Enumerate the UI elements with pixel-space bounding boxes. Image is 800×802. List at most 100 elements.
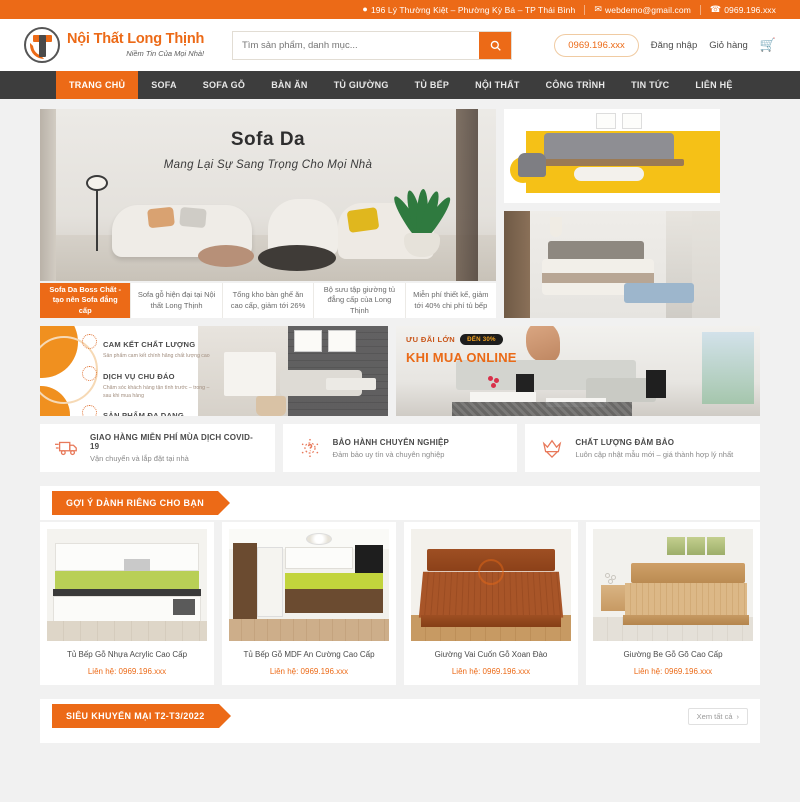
product-price-3: Liên hệ: 0969.196.xxx xyxy=(451,667,531,677)
table-decor xyxy=(326,378,376,390)
feature-free-delivery[interactable]: GIAO HÀNG MIỄN PHÍ MÙA DỊCH COVID-19 Vận… xyxy=(40,424,275,472)
product-card-2[interactable]: Tủ Bếp Gỗ MDF An Cường Cao Cấp Liên hệ: … xyxy=(222,522,396,686)
login-link[interactable]: Đăng nhập xyxy=(651,40,697,51)
search-button[interactable] xyxy=(479,31,511,59)
floor-lamp-decor xyxy=(86,175,108,251)
plant-decor xyxy=(390,159,455,259)
promo-small-text: ƯU ĐÃI LỚN xyxy=(406,335,456,344)
phone-info[interactable]: ☎ 0969.196.xxx xyxy=(710,5,776,15)
promo-commitment-banner[interactable]: CAM KẾT CHẤT LƯỢNG Sản phẩm cam kết chín… xyxy=(40,326,388,416)
pillow-decor-2 xyxy=(179,206,207,229)
wall-frame-2 xyxy=(622,113,642,129)
header-actions: 0969.196.xxx Đăng nhập Giỏ hàng 🛒 xyxy=(554,33,776,57)
address-info: ● 196 Lý Thường Kiệt – Phường Kỳ Bá – TP… xyxy=(362,5,575,15)
hero-banner-image[interactable]: Sofa Da Mang Lại Sự Sang Trọng Cho Mọi N… xyxy=(40,109,496,281)
wall-art-1 xyxy=(294,330,322,352)
feature-title-2: BẢO HÀNH CHUYÊN NGHIỆP xyxy=(332,437,450,447)
sparkle-icon xyxy=(82,405,97,416)
product-card-4[interactable]: Giường Be Gỗ Gõ Cao Cấp Liên hệ: 0969.19… xyxy=(586,522,760,686)
email-info[interactable]: ✉ webdemo@gmail.com xyxy=(594,5,691,15)
nav-item-tu-giuong[interactable]: TỦ GIƯỜNG xyxy=(321,71,402,99)
map-pin-icon: ● xyxy=(362,4,368,14)
bed-runner xyxy=(542,273,654,283)
product-price-1: Liên hệ: 0969.196.xxx xyxy=(87,667,167,677)
product-card-3[interactable]: Giường Vai Cuốn Gỗ Xoan Đào Liên hệ: 096… xyxy=(404,522,578,686)
commitment-desc-1: Sản phẩm cam kết chính hãng chất lượng c… xyxy=(103,353,210,359)
product-price-2: Liên hệ: 0969.196.xxx xyxy=(269,667,349,677)
hero-thumb-2[interactable]: Sofa gỗ hiện đại tại Nội thất Long Thịnh xyxy=(131,283,223,318)
hero-headline: Sofa Da xyxy=(230,129,306,150)
flower-decor xyxy=(488,376,504,390)
see-all-button[interactable]: Xem tất cả › xyxy=(687,707,748,725)
promo-photo xyxy=(198,326,388,416)
promo-big-text: KHI MUA ONLINE xyxy=(406,350,517,365)
email-text: webdemo@gmail.com xyxy=(605,4,691,15)
product-name-2: Tủ Bếp Gỗ MDF An Cường Cao Cấp xyxy=(243,650,375,659)
nav-item-sofa-go[interactable]: SOFA GỖ xyxy=(190,71,258,99)
sofa-base-graphic xyxy=(544,159,684,166)
side-banner-bedroom[interactable] xyxy=(504,211,720,318)
promo-section-header: SIÊU KHUYẾN MẠI T2-T3/2022 Xem tất cả › xyxy=(40,699,760,733)
suggest-section: GỢI Ý DÀNH RIÊNG CHO BẠN xyxy=(40,486,760,520)
nav-item-trang-chu[interactable]: TRANG CHỦ xyxy=(56,71,139,99)
commitment-title-1: CAM KẾT CHẤT LƯỢNG xyxy=(103,340,196,349)
site-header: Nội Thất Long Thịnh Niềm Tin Của Mọi Nhà… xyxy=(0,19,800,71)
basket-decor xyxy=(256,396,286,416)
feature-desc-1: Vận chuyển và lắp đặt tại nhà xyxy=(90,454,189,463)
product-image-4 xyxy=(593,529,753,641)
commitment-title-2: DỊCH VỤ CHU ĐÁO xyxy=(103,371,175,381)
product-image-3 xyxy=(411,529,571,641)
page-root: ● 196 Lý Thường Kiệt – Phường Kỳ Bá – TP… xyxy=(0,0,800,802)
hero-text: Sofa Da Mang Lại Sự Sang Trọng Cho Mọi N… xyxy=(40,129,496,171)
feature-quality[interactable]: CHẤT LƯỢNG ĐẢM BẢO Luôn cập nhật mẫu mới… xyxy=(525,424,761,472)
side-table-decor xyxy=(198,245,254,267)
suggest-section-header: GỢI Ý DÀNH RIÊNG CHO BẠN xyxy=(40,486,760,520)
coffee-table-decor xyxy=(258,245,336,271)
product-image-2 xyxy=(229,529,389,641)
side-banner-sofa[interactable] xyxy=(504,109,720,203)
search-input[interactable] xyxy=(233,31,479,59)
nav-item-ban-an[interactable]: BÀN ĂN xyxy=(258,71,321,99)
hero-thumb-3[interactable]: Tổng kho bàn ghế ăn cao cấp, giảm tới 26… xyxy=(222,283,315,318)
bedroom-column xyxy=(504,211,530,318)
crown-icon xyxy=(539,436,565,460)
delivery-truck-icon xyxy=(54,436,80,460)
shopping-cart-icon[interactable]: 🛒 xyxy=(760,37,776,53)
feature-desc-3: Luôn cập nhật mẫu mới – giá thành hợp lý… xyxy=(575,449,734,459)
promo-window xyxy=(702,332,754,404)
hero-thumb-1[interactable]: Sofa Da Boss Chất - tạo nên Sofa đẳng cấ… xyxy=(40,283,132,318)
product-name-4: Giường Be Gỗ Gõ Cao Cấp xyxy=(623,650,723,659)
nav-item-sofa[interactable]: SOFA xyxy=(138,71,190,99)
product-card-1[interactable]: Tủ Bếp Gỗ Nhựa Acrylic Cao Cấp Liên hệ: … xyxy=(40,522,214,686)
divider xyxy=(699,4,701,15)
logo-mark-icon xyxy=(24,27,60,63)
product-name-1: Tủ Bếp Gỗ Nhựa Acrylic Cao Cấp xyxy=(66,650,188,659)
nav-item-lien-he[interactable]: LIÊN HỆ xyxy=(682,71,745,99)
medal-icon xyxy=(82,334,97,349)
promo-online-discount-banner[interactable]: ƯU ĐÃI LỚN ĐẾN 30% KHI MUA ONLINE xyxy=(396,326,760,416)
logo[interactable]: Nội Thất Long Thịnh Niềm Tin Của Mọi Nhà… xyxy=(24,27,224,63)
hero-thumb-4[interactable]: Bộ sưu tập giường tủ đẳng cấp của Long T… xyxy=(314,283,406,318)
main-content: Sofa Da Mang Lại Sự Sang Trọng Cho Mọi N… xyxy=(0,99,800,744)
divider xyxy=(584,4,586,15)
envelope-icon: ✉ xyxy=(594,4,602,14)
nav-item-tin-tuc[interactable]: TIN TỨC xyxy=(618,71,682,99)
hero-side-banners xyxy=(504,109,720,318)
nav-item-noi-that[interactable]: NỘI THẤT xyxy=(462,71,533,99)
logo-arc xyxy=(30,43,44,59)
feature-warranty[interactable]: BẢO HÀNH CHUYÊN NGHIỆP Đảm bảo uy tín và… xyxy=(282,424,518,472)
logo-text: Nội Thất Long Thịnh Niềm Tin Của Mọi Nhà… xyxy=(67,32,204,57)
phone-icon: ☎ xyxy=(709,4,722,14)
bed-headboard xyxy=(548,241,644,261)
search-box xyxy=(232,30,512,60)
promo-table-1 xyxy=(470,392,536,402)
hero-thumb-5[interactable]: Miễn phí thiết kế, giảm tới 40% chi phí … xyxy=(405,283,497,318)
feature-desc-2: Đảm bảo uy tín và chuyên nghiệp xyxy=(332,449,445,459)
cart-link[interactable]: Giỏ hàng xyxy=(709,40,748,51)
header-phone-button[interactable]: 0969.196.xxx xyxy=(554,33,639,57)
armchair-graphic xyxy=(518,153,546,177)
support-icon xyxy=(82,365,97,381)
commitment-title-3: SẢN PHẨM ĐA DẠNG xyxy=(103,411,184,416)
nav-item-cong-trinh[interactable]: CÔNG TRÌNH xyxy=(533,71,619,99)
nav-item-tu-bep[interactable]: TỦ BẾP xyxy=(402,71,463,99)
